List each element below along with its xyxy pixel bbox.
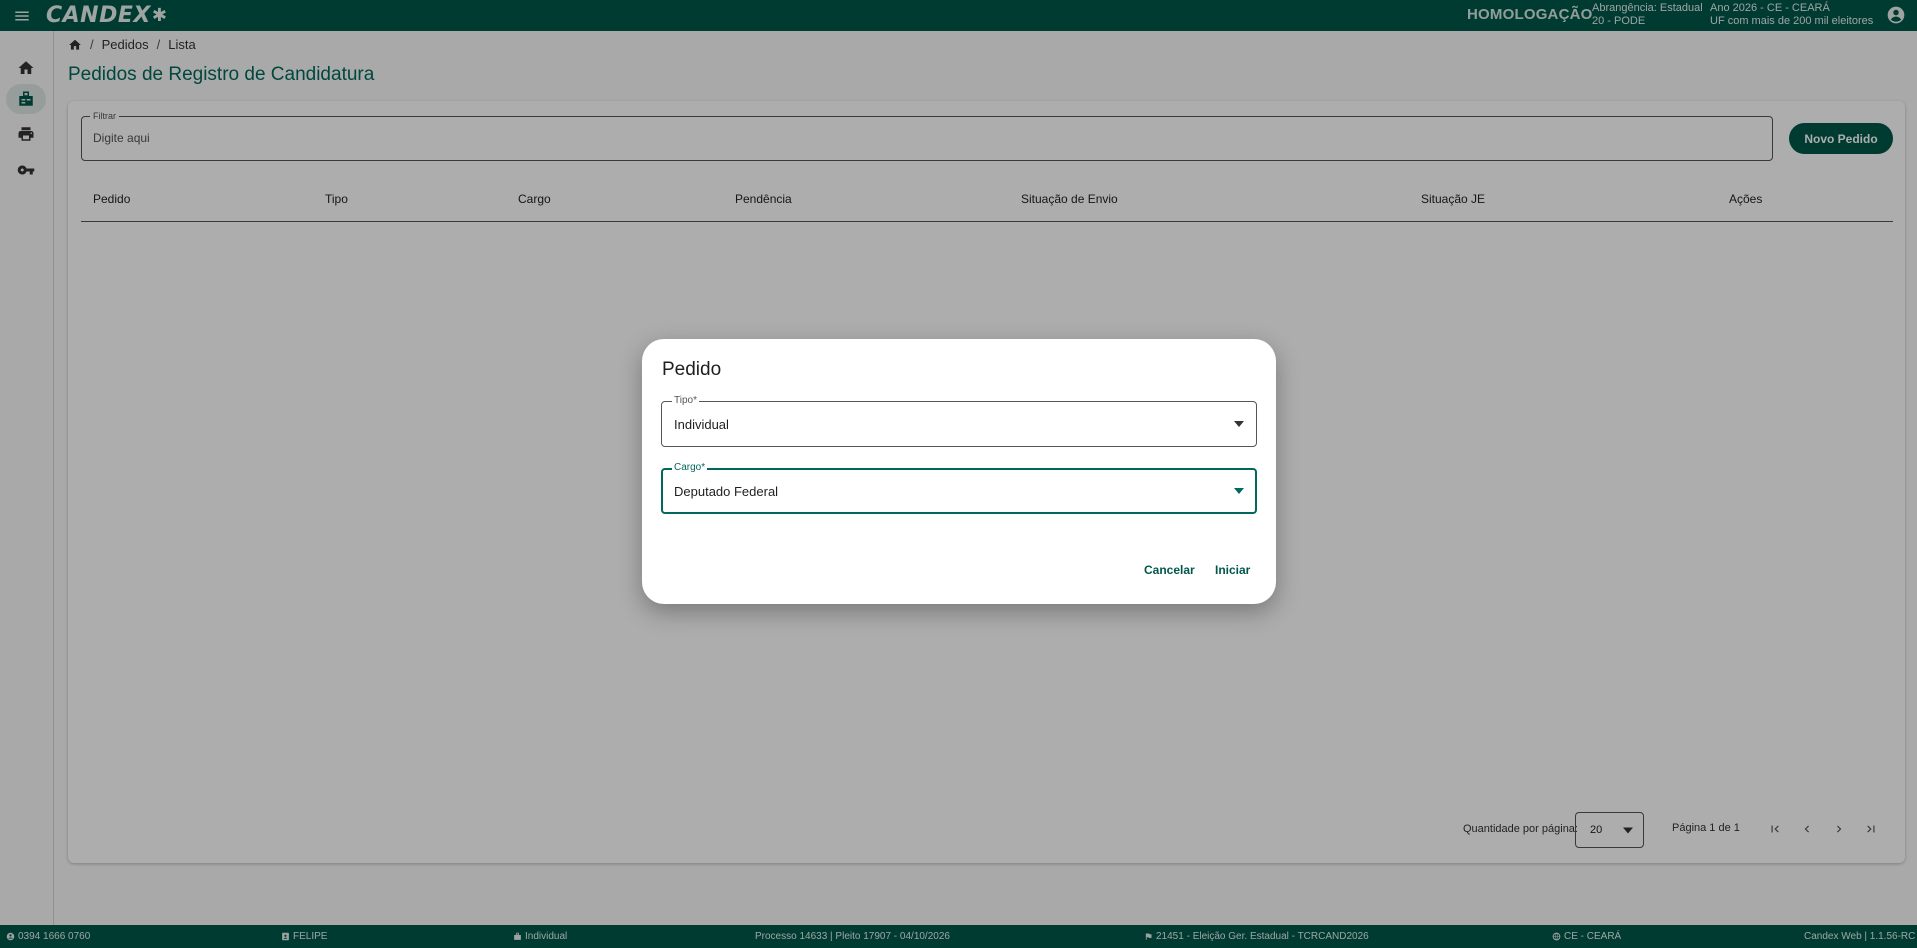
pedido-dialog: Pedido Tipo* Individual Cargo* Deputado … [642,339,1276,604]
tipo-select[interactable]: Tipo* Individual [661,395,1257,447]
tipo-label: Tipo* [672,395,699,406]
dialog-title: Pedido [662,359,722,380]
dropdown-arrow-icon [1234,421,1244,427]
start-button[interactable]: Iniciar [1215,563,1250,577]
cargo-select[interactable]: Cargo* Deputado Federal [661,462,1257,514]
cancel-button[interactable]: Cancelar [1144,563,1195,577]
tipo-value: Individual [674,417,729,432]
dropdown-arrow-icon [1234,488,1244,494]
cargo-value: Deputado Federal [674,484,779,499]
cargo-label: Cargo* [672,462,708,473]
